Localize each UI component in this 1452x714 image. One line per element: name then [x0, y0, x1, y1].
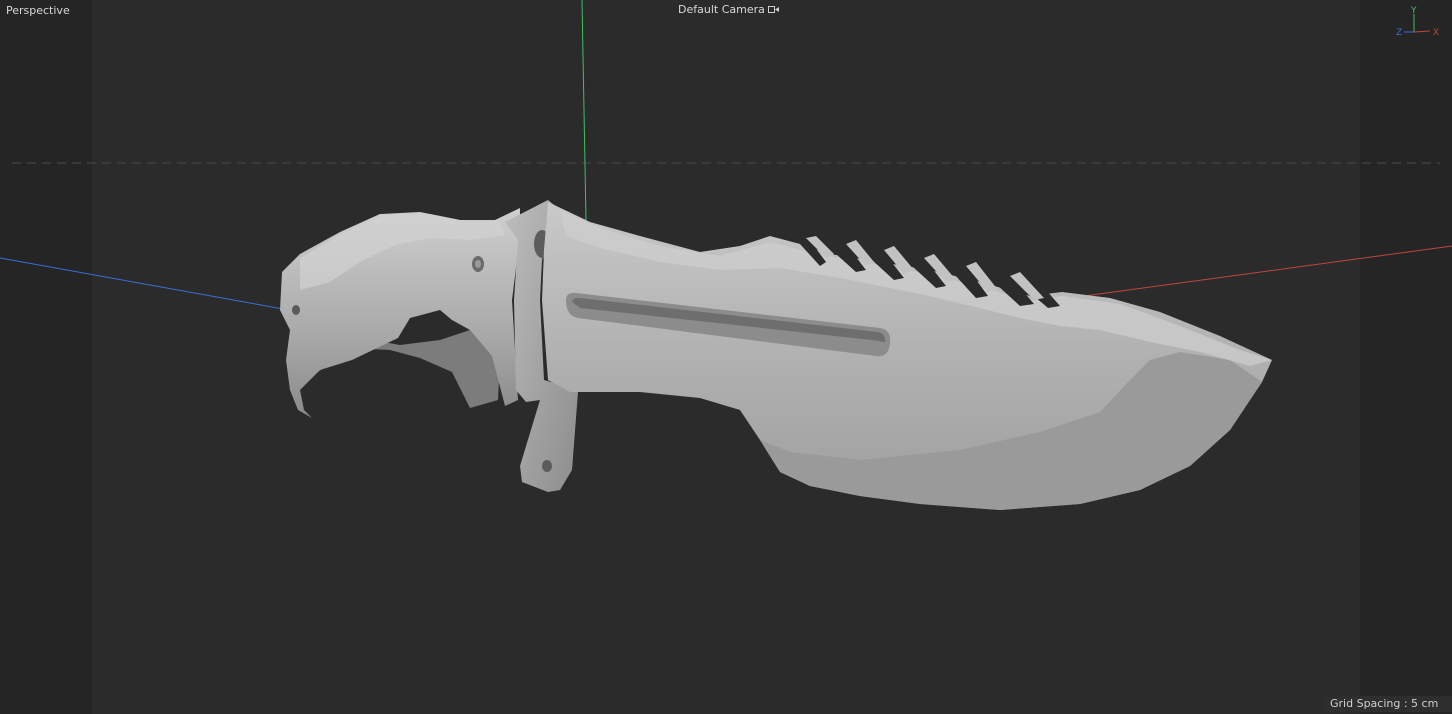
grid-spacing-readout: Grid Spacing : 5 cm [1324, 696, 1452, 712]
y-axis-line [581, 0, 587, 221]
gizmo-x-label: X [1433, 28, 1439, 38]
axis-gizmo[interactable]: Y Z X [1394, 4, 1444, 40]
gizmo-z-label: Z [1396, 28, 1402, 38]
z-axis-line [0, 257, 301, 313]
camera-name: Default Camera [678, 3, 765, 16]
knife-model[interactable] [280, 200, 1272, 510]
x-axis-line [1039, 245, 1452, 303]
view-name-menu[interactable]: Perspective [4, 3, 72, 18]
axis-gizmo-icon: Y Z X [1396, 6, 1439, 38]
camera-icon[interactable] [767, 5, 780, 15]
gizmo-y-label: Y [1410, 6, 1417, 16]
scene-canvas[interactable] [0, 0, 1452, 714]
3d-viewport[interactable]: Perspective Default Camera Y Z X Grid Sp… [0, 0, 1452, 714]
camera-selector[interactable]: Default Camera [678, 3, 780, 16]
